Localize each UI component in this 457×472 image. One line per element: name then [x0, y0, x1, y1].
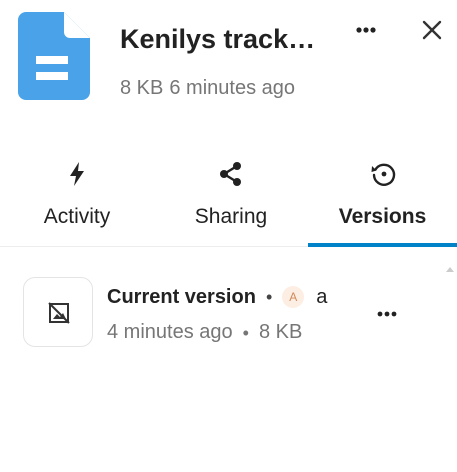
file-title: Kenilys track…	[120, 24, 316, 54]
version-title: Current version	[107, 286, 256, 308]
no-preview-icon	[48, 302, 70, 324]
tab-versions[interactable]: Versions	[308, 150, 457, 247]
file-actions-menu-button[interactable]	[352, 18, 382, 42]
more-horizontal-icon	[377, 311, 397, 317]
version-time: 4 minutes ago	[107, 321, 233, 343]
version-size: 8 KB	[258, 321, 303, 343]
avatar[interactable]: A	[282, 286, 305, 308]
more-horizontal-icon	[356, 27, 376, 33]
version-author: a	[316, 286, 328, 308]
lightning-icon	[70, 162, 84, 186]
version-details: 4 minutes ago • 8 KB	[107, 319, 302, 346]
version-title-line: Current version • Aa	[107, 284, 352, 310]
version-actions-menu-button[interactable]	[374, 304, 400, 324]
separator-bullet: •	[265, 286, 273, 307]
tab-sharing-label: Sharing	[194, 205, 268, 228]
version-list-item[interactable]: Current version • Aa 4 minutes ago • 8 KB	[0, 270, 457, 356]
file-size: 8 KB	[120, 77, 164, 99]
tab-activity-label: Activity	[43, 205, 111, 228]
tab-bar: Activity Sharing Versions	[0, 150, 457, 247]
text-document-icon	[18, 12, 90, 100]
active-tab-indicator	[308, 243, 457, 247]
tab-versions-label: Versions	[338, 205, 427, 228]
close-icon	[422, 20, 442, 40]
tab-sharing[interactable]: Sharing	[154, 150, 308, 246]
version-thumbnail	[23, 277, 93, 347]
sidebar-header: Kenilys track… 8 KB 6 minutes ago	[0, 0, 457, 120]
share-icon	[220, 162, 241, 186]
file-meta: 8 KB 6 minutes ago	[120, 76, 295, 100]
file-modified: 6 minutes ago	[169, 77, 295, 99]
history-icon	[371, 163, 395, 186]
tab-activity[interactable]: Activity	[0, 150, 154, 246]
separator-bullet: •	[242, 322, 249, 343]
close-button[interactable]	[418, 16, 446, 44]
